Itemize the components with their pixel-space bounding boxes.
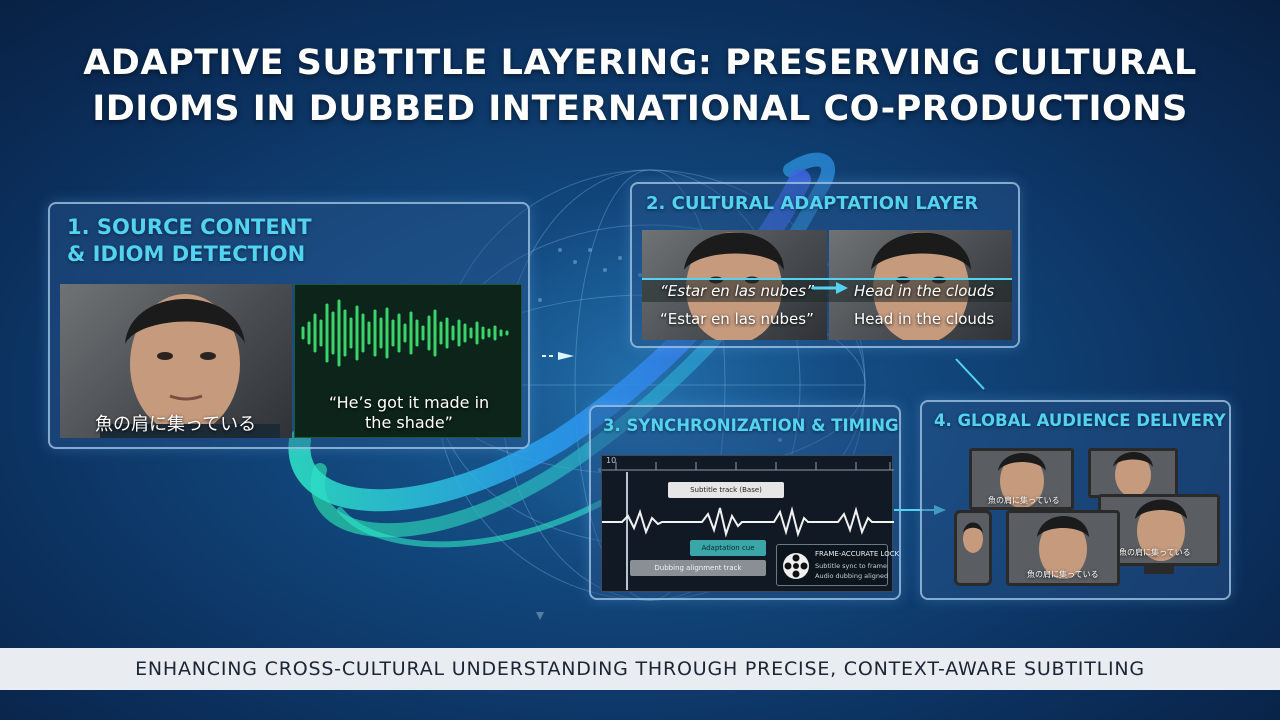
idiom-target-italic: Head in the clouds bbox=[854, 282, 995, 300]
frame-lock-line-2: Audio dubbing aligned bbox=[815, 572, 889, 580]
idiom-source-italic: “Estar en las nubes” bbox=[660, 282, 814, 300]
waveform-caption-line-2: the shade” bbox=[365, 413, 453, 432]
page-title: ADAPTIVE SUBTITLE LAYERING: PRESERVING C… bbox=[60, 40, 1220, 132]
timeline-cue-dubbing[interactable]: Dubbing alignment track bbox=[630, 560, 766, 576]
flow-connector-2 bbox=[955, 358, 985, 390]
cue-adaptation-label: Adaptation cue bbox=[701, 544, 755, 552]
panel-1-title-line-2: & IDIOM DETECTION bbox=[67, 242, 306, 266]
footer-tagline: ENHANCING CROSS-CULTURAL UNDERSTANDING T… bbox=[0, 648, 1280, 690]
tablet-device-center: 魚の肩に集っている bbox=[1006, 510, 1120, 586]
waveform-caption: “He’s got it made in the shade” bbox=[295, 393, 523, 433]
panel-2-title: 2. CULTURAL ADAPTATION LAYER bbox=[646, 193, 979, 214]
frame-lock-title: FRAME-ACCURATE LOCK bbox=[815, 550, 900, 558]
phone-device bbox=[954, 510, 992, 586]
idiom-source: “Estar en las nubes” bbox=[660, 310, 814, 328]
panel-synchronization-timing: 3. SYNCHRONIZATION & TIMING 10 Subtitle … bbox=[589, 405, 901, 600]
panel-1-title: 1. SOURCE CONTENT & IDIOM DETECTION bbox=[67, 214, 312, 268]
panel-global-delivery: 4. GLOBAL AUDIENCE DELIVERY 魚の肩に集っている 魚の… bbox=[920, 400, 1231, 600]
cue-base-label: Subtitle track (Base) bbox=[690, 486, 762, 494]
timeline-ruler bbox=[602, 462, 894, 471]
panel-3-title: 3. SYNCHRONIZATION & TIMING bbox=[603, 416, 899, 435]
source-video-frame: 魚の肩に集っている bbox=[60, 284, 292, 438]
panel-1-title-line-1: 1. SOURCE CONTENT bbox=[67, 215, 312, 239]
panel-source-content: 1. SOURCE CONTENT & IDIOM DETECTION 魚の肩に… bbox=[48, 202, 530, 449]
title-line-2: IDIOMS IN DUBBED INTERNATIONAL CO-PRODUC… bbox=[92, 89, 1188, 129]
tv-device: 魚の肩に集っている bbox=[969, 448, 1074, 510]
flow-arrow-1 bbox=[542, 352, 574, 360]
tv-subtitle: 魚の肩に集っている bbox=[988, 496, 1060, 505]
frame-lock-line-1: Subtitle sync to frame bbox=[815, 562, 888, 570]
film-reel-icon bbox=[783, 553, 809, 579]
timeline-waveform bbox=[602, 506, 894, 538]
frame-lock-box: FRAME-ACCURATE LOCK Subtitle sync to fra… bbox=[776, 544, 899, 586]
timeline-cue-adaptation[interactable]: Adaptation cue bbox=[690, 540, 766, 556]
actor-face-image bbox=[957, 513, 989, 583]
tablet-device-top bbox=[1088, 448, 1178, 498]
panel-cultural-adaptation: 2. CULTURAL ADAPTATION LAYER “Estar en l… bbox=[630, 182, 1020, 348]
monitor-stand bbox=[1144, 566, 1174, 574]
audio-waveform-panel: “He’s got it made in the shade” bbox=[294, 284, 522, 438]
waveform-caption-line-1: “He’s got it made in bbox=[328, 393, 490, 412]
idiom-target: Head in the clouds bbox=[854, 310, 995, 328]
tablet-subtitle: 魚の肩に集っている bbox=[1027, 570, 1099, 579]
actor-face-image bbox=[1091, 451, 1175, 495]
arrow-right-icon bbox=[812, 282, 848, 294]
timeline-editor: 10 Subtitle track (Base) Adaptation cue … bbox=[601, 455, 899, 592]
title-line-1: ADAPTIVE SUBTITLE LAYERING: PRESERVING C… bbox=[83, 43, 1197, 83]
monitor-subtitle: 魚の肩に集っている bbox=[1119, 548, 1191, 557]
japanese-subtitle: 魚の肩に集っている bbox=[95, 414, 257, 435]
panel-4-title: 4. GLOBAL AUDIENCE DELIVERY bbox=[934, 411, 1226, 430]
timeline-cue-base[interactable]: Subtitle track (Base) bbox=[668, 482, 784, 498]
ruler-label: 10 bbox=[606, 456, 617, 465]
cue-dubbing-label: Dubbing alignment track bbox=[654, 564, 742, 572]
audio-waveform bbox=[301, 299, 509, 367]
